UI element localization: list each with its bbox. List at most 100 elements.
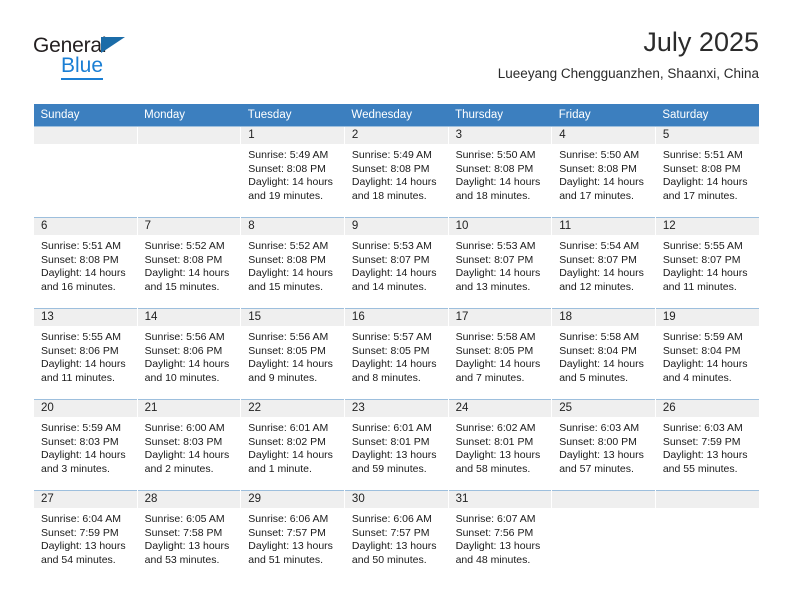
day-detail-line: and 13 minutes. (455, 280, 531, 293)
day-number: 17 (448, 309, 552, 326)
calendar-week-row: 27 Sunrise: 6:04 AM Sunset: 7:59 PM Dayligh… (33, 490, 759, 581)
day-number: 29 (241, 491, 344, 508)
day-details: Sunrise: 6:01 AM Sunset: 8:01 PM Daylight:… (345, 417, 448, 476)
calendar-day-cell[interactable]: 21 Sunrise: 6:00 AM Sunset: 8:03 PM Dayligh… (136, 399, 241, 491)
day-detail-line: Sunrise: 5:50 AM (559, 149, 640, 161)
day-detail-line: Sunset: 8:01 PM (351, 435, 430, 448)
day-detail-line: and 50 minutes. (351, 553, 427, 566)
calendar-day-cell[interactable]: 24 Sunrise: 6:02 AM Sunset: 8:01 PM Dayligh… (447, 399, 552, 491)
calendar-day-cell[interactable]: 14 Sunrise: 5:56 AM Sunset: 8:06 PM Dayligh… (136, 308, 241, 400)
day-number: 20 (34, 400, 137, 417)
day-number: 13 (34, 309, 137, 326)
day-number (34, 127, 137, 144)
calendar-day-cell[interactable]: 12 Sunrise: 5:55 AM Sunset: 8:07 PM Dayligh… (654, 217, 759, 309)
day-detail-line: and 2 minutes. (144, 462, 214, 475)
day-detail-line: Daylight: 14 hours (662, 176, 748, 189)
day-number: 24 (448, 400, 552, 417)
day-number: 6 (34, 218, 137, 235)
day-details: Sunrise: 6:04 AM Sunset: 7:59 PM Daylight:… (34, 508, 137, 567)
day-number: 22 (241, 400, 344, 417)
day-detail-line: Sunset: 8:06 PM (144, 344, 223, 357)
calendar-day-cell[interactable]: 25 Sunrise: 6:03 AM Sunset: 8:00 PM Dayligh… (551, 399, 656, 491)
day-detail-line: Sunrise: 5:53 AM (455, 240, 536, 252)
weekday-header-cell: Saturday (655, 104, 759, 127)
calendar-day-cell[interactable]: 19 Sunrise: 5:59 AM Sunset: 8:04 PM Dayligh… (654, 308, 759, 400)
calendar-day-cell[interactable]: 10 Sunrise: 5:53 AM Sunset: 8:07 PM Dayligh… (447, 217, 552, 309)
day-detail-line: and 14 minutes. (351, 280, 427, 293)
day-number: 14 (137, 309, 241, 326)
calendar-day-cell[interactable]: 31 Sunrise: 6:07 AM Sunset: 7:56 PM Dayligh… (447, 490, 552, 581)
day-detail-line: Sunset: 8:07 PM (455, 253, 534, 266)
day-number: 31 (448, 491, 552, 508)
day-detail-line: and 15 minutes. (144, 280, 220, 293)
calendar-day-cell[interactable]: 13 Sunrise: 5:55 AM Sunset: 8:06 PM Dayligh… (33, 308, 138, 400)
day-number (552, 491, 655, 508)
calendar-day-cell[interactable]: 20 Sunrise: 5:59 AM Sunset: 8:03 PM Dayligh… (33, 399, 138, 491)
calendar-day-cell[interactable]: 29 Sunrise: 6:06 AM Sunset: 7:57 PM Dayligh… (240, 490, 345, 581)
day-detail-line: and 5 minutes. (559, 371, 629, 384)
day-detail-line: Sunrise: 5:58 AM (455, 331, 536, 343)
calendar-day-cell[interactable]: 2 Sunrise: 5:49 AM Sunset: 8:08 PM Daylight… (343, 126, 449, 218)
calendar-day-cell[interactable]: 8 Sunrise: 5:52 AM Sunset: 8:08 PM Daylight… (240, 217, 345, 309)
day-detail-line: Sunset: 7:57 PM (248, 526, 326, 539)
calendar-day-cell[interactable]: 18 Sunrise: 5:58 AM Sunset: 8:04 PM Dayligh… (551, 308, 656, 400)
calendar-day-cell[interactable]: 26 Sunrise: 6:03 AM Sunset: 7:59 PM Dayligh… (654, 399, 759, 491)
day-number: 11 (552, 218, 655, 235)
calendar-day-cell[interactable]: 6 Sunrise: 5:51 AM Sunset: 8:08 PM Daylight… (33, 217, 138, 309)
calendar-day-cell[interactable]: 23 Sunrise: 6:01 AM Sunset: 8:01 PM Dayligh… (343, 399, 449, 491)
day-detail-line: Sunset: 8:08 PM (662, 162, 741, 175)
day-detail-line: Daylight: 13 hours (144, 540, 230, 553)
calendar-day-cell[interactable]: 4 Sunrise: 5:50 AM Sunset: 8:08 PM Daylight… (551, 126, 656, 218)
day-detail-line: Sunrise: 5:52 AM (144, 240, 225, 252)
brand-name-blue: Blue (61, 55, 104, 80)
day-detail-line: Daylight: 14 hours (248, 449, 333, 462)
calendar-day-cell[interactable]: 17 Sunrise: 5:58 AM Sunset: 8:05 PM Dayligh… (447, 308, 552, 400)
day-detail-line: and 57 minutes. (559, 462, 634, 475)
calendar-day-cell[interactable]: 22 Sunrise: 6:01 AM Sunset: 8:02 PM Dayligh… (240, 399, 345, 491)
day-details: Sunrise: 6:06 AM Sunset: 7:57 PM Daylight:… (241, 508, 344, 567)
day-detail-line: Daylight: 14 hours (248, 358, 333, 371)
day-detail-line: Daylight: 13 hours (662, 449, 748, 462)
day-detail-line: Daylight: 14 hours (41, 358, 126, 371)
calendar-day-cell[interactable]: 5 Sunrise: 5:51 AM Sunset: 8:08 PM Daylight… (654, 126, 759, 218)
calendar-day-cell[interactable]: 27 Sunrise: 6:04 AM Sunset: 7:59 PM Dayligh… (33, 490, 138, 581)
calendar-day-cell[interactable]: 28 Sunrise: 6:05 AM Sunset: 7:58 PM Dayligh… (136, 490, 241, 581)
day-detail-line: Sunrise: 5:56 AM (248, 331, 329, 343)
calendar-day-cell[interactable]: 15 Sunrise: 5:56 AM Sunset: 8:05 PM Dayligh… (240, 308, 345, 400)
page-subtitle: Lueeyang Chengguanzhen, Shaanxi, China (497, 66, 759, 81)
day-detail-line: Daylight: 14 hours (41, 267, 126, 280)
day-number: 2 (344, 127, 448, 144)
day-number: 4 (552, 127, 655, 144)
calendar-day-cell[interactable]: 30 Sunrise: 6:06 AM Sunset: 7:57 PM Dayligh… (343, 490, 449, 581)
day-detail-line: and 54 minutes. (41, 553, 116, 566)
day-detail-line: Sunset: 8:02 PM (248, 435, 326, 448)
day-detail-line: and 12 minutes. (559, 280, 634, 293)
calendar-day-cell[interactable]: 16 Sunrise: 5:57 AM Sunset: 8:05 PM Dayligh… (343, 308, 449, 400)
day-detail-line: Sunset: 8:01 PM (455, 435, 534, 448)
day-detail-line: Sunset: 7:58 PM (144, 526, 223, 539)
day-detail-line: Sunset: 8:05 PM (455, 344, 534, 357)
day-number: 19 (655, 309, 759, 326)
calendar-day-cell[interactable]: 11 Sunrise: 5:54 AM Sunset: 8:07 PM Dayligh… (551, 217, 656, 309)
day-number: 7 (137, 218, 241, 235)
day-detail-line: and 11 minutes. (41, 371, 115, 384)
calendar-day-cell[interactable]: 7 Sunrise: 5:52 AM Sunset: 8:08 PM Daylight… (136, 217, 241, 309)
day-details: Sunrise: 5:51 AM Sunset: 8:08 PM Daylight:… (656, 144, 759, 203)
day-detail-line: Daylight: 14 hours (351, 358, 437, 371)
day-detail-line: Sunrise: 5:59 AM (662, 331, 743, 343)
calendar-day-cell[interactable]: 3 Sunrise: 5:50 AM Sunset: 8:08 PM Daylight… (447, 126, 552, 218)
calendar-day-cell[interactable]: 9 Sunrise: 5:53 AM Sunset: 8:07 PM Daylight… (343, 217, 449, 309)
calendar-day-cell[interactable]: 1 Sunrise: 5:49 AM Sunset: 8:08 PM Daylight… (240, 126, 345, 218)
day-detail-line: Sunrise: 5:49 AM (248, 149, 329, 161)
day-detail-line: Sunset: 8:03 PM (41, 435, 119, 448)
day-detail-line: Daylight: 14 hours (248, 267, 333, 280)
day-detail-line: Daylight: 14 hours (455, 358, 541, 371)
day-detail-line: and 4 minutes. (662, 371, 732, 384)
calendar-day-cell-empty (654, 490, 759, 581)
day-detail-line: Daylight: 13 hours (455, 540, 541, 553)
day-detail-line: Daylight: 13 hours (351, 540, 437, 553)
triangle-flag-icon (101, 37, 125, 53)
day-number: 25 (552, 400, 655, 417)
day-detail-line: Daylight: 14 hours (455, 176, 541, 189)
day-detail-line: Sunset: 8:08 PM (248, 253, 326, 266)
